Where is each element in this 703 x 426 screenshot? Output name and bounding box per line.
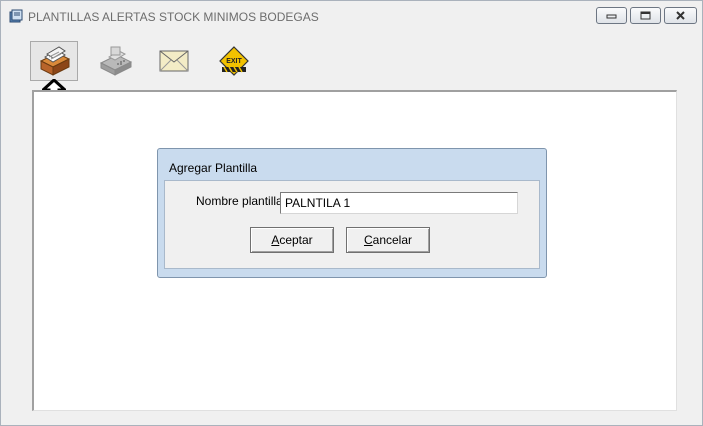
app-icon xyxy=(9,9,23,23)
template-name-input[interactable] xyxy=(280,192,518,214)
toolbar-mail-button[interactable] xyxy=(150,41,198,81)
envelope-icon xyxy=(159,50,189,72)
file-cabinet-icon xyxy=(39,46,71,76)
title-bar[interactable]: PLANTILLAS ALERTAS STOCK MINIMOS BODEGAS xyxy=(1,1,702,31)
accept-accelerator: A xyxy=(271,233,280,247)
template-name-label: Nombre plantilla xyxy=(196,194,283,208)
dialog-body: Nombre plantilla Aceptar Cancelar xyxy=(164,180,540,269)
add-template-dialog: Agregar Plantilla Nombre plantilla Acept… xyxy=(157,148,547,278)
fax-machine-icon xyxy=(99,46,133,76)
cancel-label: ancelar xyxy=(372,233,413,247)
toolbar-fax-button[interactable] xyxy=(91,41,139,81)
svg-text:EXIT: EXIT xyxy=(226,58,242,65)
maximize-button[interactable] xyxy=(630,7,661,24)
exit-sign-icon: EXIT xyxy=(219,46,249,76)
close-button[interactable] xyxy=(664,7,697,24)
cancel-accelerator: C xyxy=(363,233,373,247)
accept-label: ceptar xyxy=(279,233,313,247)
dialog-title: Agregar Plantilla xyxy=(169,161,258,175)
close-icon xyxy=(676,11,685,20)
cancel-button[interactable]: Cancelar xyxy=(346,227,430,253)
toolbar-templates-button[interactable] xyxy=(30,41,78,81)
minimize-button[interactable] xyxy=(596,7,627,24)
toolbar-exit-button[interactable]: EXIT xyxy=(210,41,258,81)
maximize-icon xyxy=(640,11,651,20)
main-window: PLANTILLAS ALERTAS STOCK MINIMOS BODEGAS xyxy=(0,0,703,426)
accept-button[interactable]: Aceptar xyxy=(250,227,334,253)
window-title: PLANTILLAS ALERTAS STOCK MINIMOS BODEGAS xyxy=(28,10,319,24)
minimize-icon xyxy=(606,14,617,18)
